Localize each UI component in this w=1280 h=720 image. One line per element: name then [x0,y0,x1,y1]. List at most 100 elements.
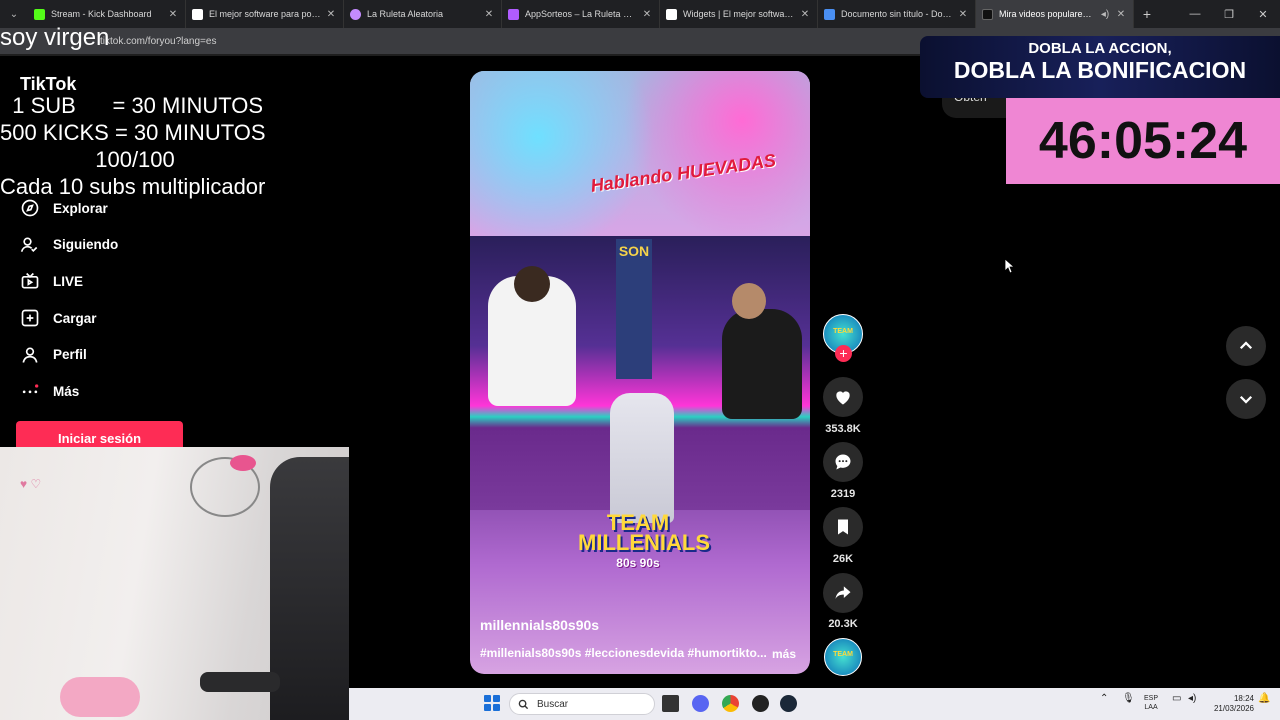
software-favicon-icon [192,8,203,20]
sidebar-nav: Explorar Siguiendo LIVE Cargar Perfil Má… [18,190,218,410]
bookmark-icon [838,519,848,535]
lang-layout: LAA [1144,704,1158,711]
language-indicator[interactable]: ESP LAA [1144,694,1158,712]
sidebar-item-live[interactable]: LIVE [18,263,218,300]
sidebar-item-perfil[interactable]: Perfil [18,336,218,373]
sidebar-item-siguiendo[interactable]: Siguiendo [18,227,218,264]
team-logo-sub: 80s 90s [616,556,660,570]
host-left-head [514,266,550,302]
more-dots-icon [18,379,42,403]
like-button[interactable] [823,377,863,417]
live-tv-icon [18,269,42,293]
tab-appsorteos[interactable]: AppSorteos – La Ruleta de la S ✕ [502,0,660,28]
subathon-timer: 46:05:24 [1006,98,1280,184]
save-button[interactable] [823,507,863,547]
sidebar-item-label: Explorar [53,200,108,216]
obs-icon[interactable] [752,695,769,712]
dog-statue [610,393,674,523]
close-icon[interactable]: ✕ [483,9,495,20]
tab-title: Stream - Kick Dashboard [51,9,152,19]
previous-video-button[interactable] [1226,326,1266,366]
banner-line-1: DOBLA LA ACCION, [1028,40,1172,57]
sidebar-item-label: LIVE [53,273,84,289]
banner-line-2: DOBLA LA BONIFICACION [953,57,1247,83]
overlay-rules: 1 SUB = 30 MINUTOS 500 KICKS = 30 MINUTO… [0,92,300,200]
sidebar-item-label: Perfil [53,347,87,363]
wall-decoration: ♥ ♡ [20,477,42,491]
clock-time: 18:24 [1233,694,1254,703]
tiktok-favicon-icon [982,8,993,20]
sidebar-item-explorar[interactable]: Explorar [18,190,218,227]
tab-software[interactable]: El mejor software para potenci ✕ [186,0,344,28]
volume-icon[interactable]: ◂) [1188,694,1196,704]
share-icon [835,586,851,599]
steam-icon[interactable] [780,695,797,712]
more-link[interactable]: más [772,647,796,661]
chair-armrest [200,672,280,692]
minimize-icon[interactable]: — [1178,8,1212,21]
url-text[interactable]: tiktok.com/foryou?lang=es [100,36,216,47]
tab-title: Widgets | El mejor software pa [683,9,795,19]
window-controls: — ❐ ✕ [1178,8,1280,21]
close-icon[interactable]: ✕ [641,9,653,20]
like-count: 353.8K [825,423,861,435]
chevron-down-icon [1239,395,1253,404]
tab-title: AppSorteos – La Ruleta de la S [525,9,637,19]
taskbar-search[interactable]: Buscar [509,693,655,715]
appsorteos-favicon-icon [508,8,519,20]
close-icon[interactable]: ✕ [1115,9,1127,20]
tab-ruleta[interactable]: La Ruleta Aleatoria ✕ [344,0,502,28]
close-window-icon[interactable]: ✕ [1246,8,1280,21]
follow-plus-icon[interactable]: + [835,345,852,362]
comment-button[interactable] [823,442,863,482]
notification-bell-icon[interactable]: 🔔 [1258,694,1270,704]
video-hashtags[interactable]: #millenials80s90s #leccionesdevida #humo… [480,646,770,660]
tab-title: El mejor software para potenci [209,9,321,19]
lang-code: ESP [1144,695,1159,702]
search-placeholder: Buscar [537,698,569,710]
save-count: 26K [832,553,854,565]
close-icon[interactable]: ✕ [957,9,969,20]
discord-icon[interactable] [692,695,709,712]
restore-icon[interactable]: ❐ [1212,8,1246,21]
share-button[interactable] [823,573,863,613]
heart-icon [836,391,850,405]
tab-title: Documento sin título - Docum [841,9,953,19]
following-icon [18,233,42,257]
profile-icon [18,343,42,367]
microphone-icon[interactable]: 🎙 [1122,694,1135,704]
sidebar-item-cargar[interactable]: Cargar [18,300,218,337]
pink-cushion [60,677,140,717]
close-icon[interactable]: ✕ [799,9,811,20]
comment-icon [835,454,851,470]
speaker-icon[interactable]: ◂) [1099,9,1111,20]
tray-chevron-up-icon[interactable]: ⌃ [1100,694,1108,704]
tab-tiktok[interactable]: Mira videos populares sele ◂) ✕ [976,0,1134,28]
upload-icon [18,306,42,330]
tab-widgets[interactable]: Widgets | El mejor software pa ✕ [660,0,818,28]
close-icon[interactable]: ✕ [325,9,337,20]
chrome-icon[interactable] [722,695,739,712]
system-clock[interactable]: 18:24 21/03/2026 [1206,694,1254,714]
video-username[interactable]: millennials80s90s [480,617,599,633]
tab-title: La Ruleta Aleatoria [367,9,444,19]
share-count: 20.3K [828,618,858,630]
overlay-line-sub: 1 SUB = 30 MINUTOS [0,93,264,118]
mouse-cursor-icon [1005,259,1015,274]
close-icon[interactable]: ✕ [167,9,179,20]
tab-docs[interactable]: Documento sin título - Docum ✕ [818,0,976,28]
widgets-favicon-icon [666,8,677,20]
overlay-line-kicks: 500 KICKS = 30 MINUTOS [0,120,266,145]
bonus-banner: DOBLA LA ACCION, DOBLA LA BONIFICACION [920,36,1280,98]
compass-icon [18,196,42,220]
new-tab-button[interactable]: + [1134,6,1160,22]
chevron-up-icon [1239,341,1253,350]
windows-start-icon[interactable] [484,695,500,711]
task-view-icon[interactable] [662,695,679,712]
video-player[interactable]: Hablando HUEVADAS SON TEAM MILLENIALS 80s… [470,71,810,674]
sound-avatar[interactable]: TEAM [824,638,862,676]
next-video-button[interactable] [1226,379,1266,419]
gaming-chair [270,457,349,720]
network-icon[interactable]: ▭ [1172,694,1181,704]
sidebar-item-mas[interactable]: Más [18,373,218,410]
